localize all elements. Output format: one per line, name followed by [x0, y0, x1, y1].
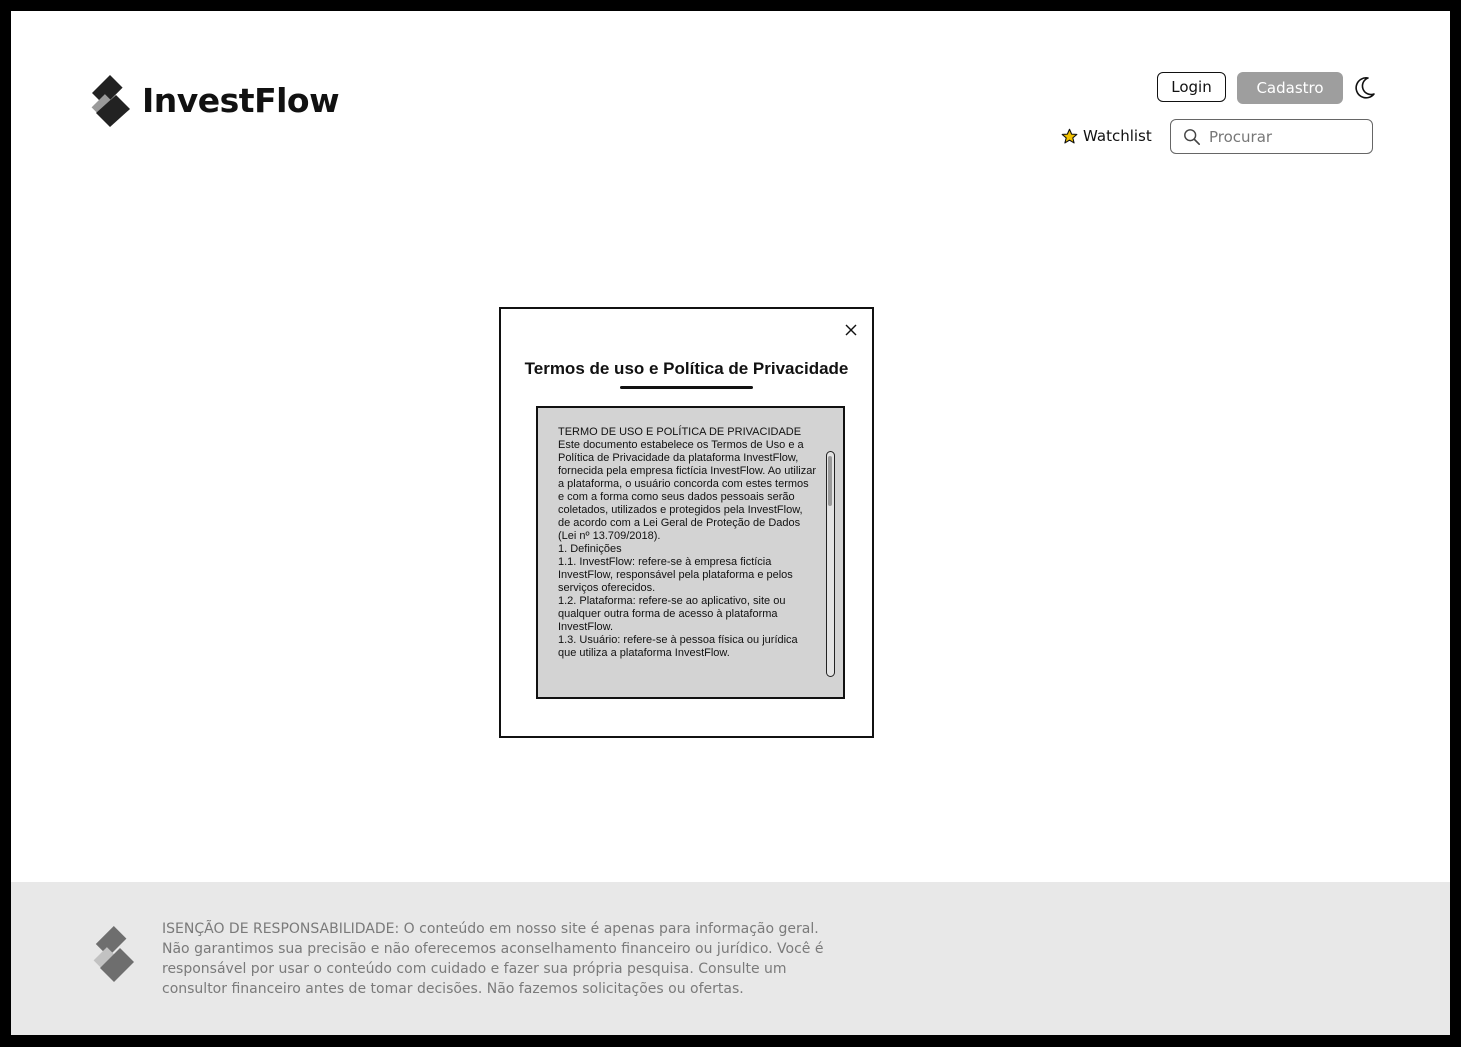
brand-logo[interactable]: InvestFlow: [86, 73, 340, 127]
scrollbar[interactable]: [826, 451, 835, 677]
terms-modal: Termos de uso e Política de Privacidade …: [499, 307, 874, 738]
page: InvestFlow Login Cadastro Watchlist Term…: [11, 11, 1450, 1035]
scrollbar-thumb[interactable]: [828, 456, 832, 506]
investflow-logo-icon: [93, 926, 134, 982]
watchlist-link[interactable]: Watchlist: [1061, 127, 1152, 145]
moon-icon[interactable]: [1351, 75, 1377, 101]
investflow-logo-icon: [91, 75, 130, 127]
close-icon[interactable]: [844, 323, 858, 337]
search-input[interactable]: [1207, 126, 1361, 147]
modal-title: Termos de uso e Política de Privacidade: [524, 359, 849, 378]
footer: ISENÇÃO DE RESPONSABILIDADE: O conteúdo …: [11, 882, 1450, 1035]
search-box[interactable]: [1170, 119, 1373, 154]
title-underline: [620, 386, 753, 389]
search-icon: [1184, 128, 1201, 145]
watchlist-label: Watchlist: [1083, 127, 1152, 145]
login-button[interactable]: Login: [1157, 72, 1226, 102]
brand-name: InvestFlow: [142, 80, 340, 120]
disclaimer-text: ISENÇÃO DE RESPONSABILIDADE: O conteúdo …: [162, 921, 824, 997]
terms-text: TERMO DE USO E POLÍTICA DE PRIVACIDADE E…: [558, 426, 817, 659]
terms-scroll-area[interactable]: TERMO DE USO E POLÍTICA DE PRIVACIDADE E…: [536, 406, 845, 699]
star-icon: [1061, 128, 1078, 144]
signup-button[interactable]: Cadastro: [1237, 72, 1343, 104]
